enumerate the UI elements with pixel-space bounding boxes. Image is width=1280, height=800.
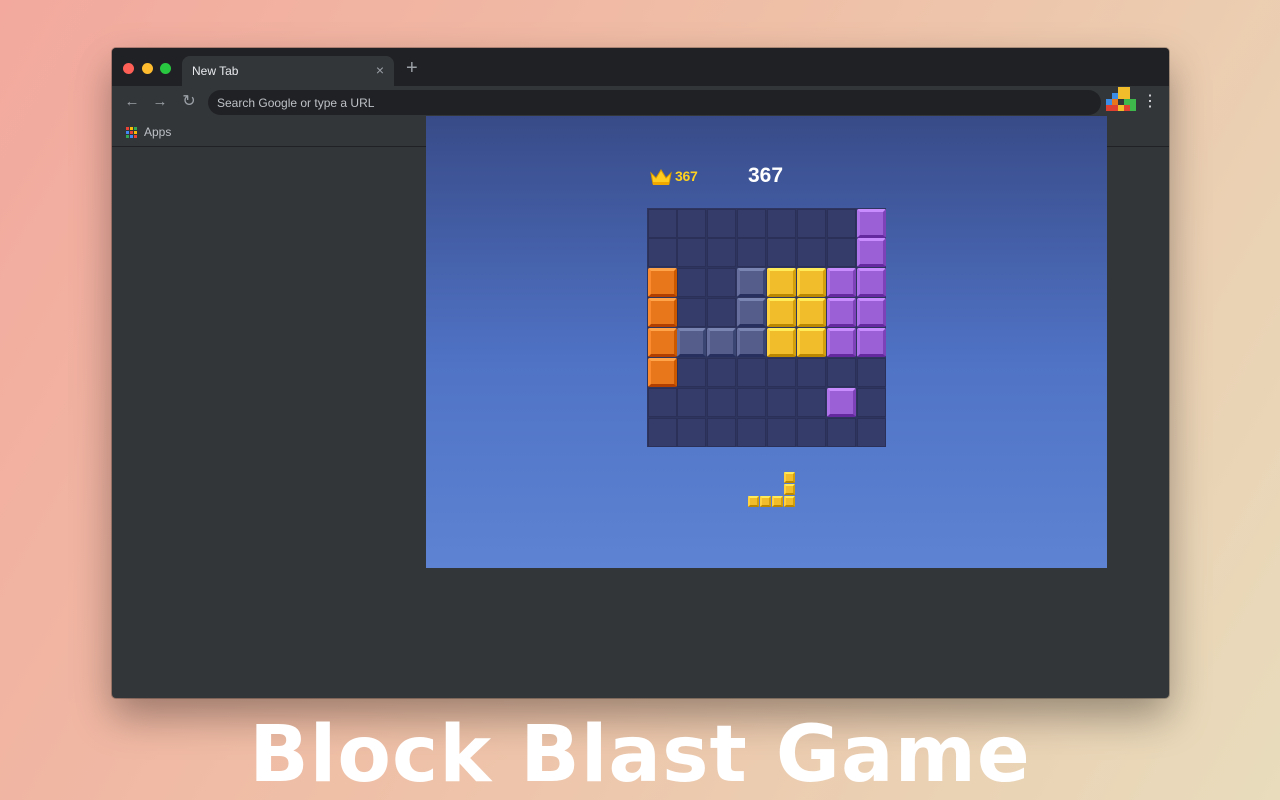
board-cell-empty[interactable] [826,357,856,387]
board-cell-empty[interactable] [647,238,677,268]
browser-menu-icon[interactable]: ⋮ [1142,92,1158,112]
board-cell-empty[interactable] [647,417,677,447]
board-cell-placement-preview[interactable] [737,328,767,357]
omnibox-input[interactable] [208,90,1101,115]
tab-title: New Tab [192,64,239,78]
close-window-button[interactable] [123,63,134,74]
board-cell-empty[interactable] [826,238,856,268]
board-cell-empty[interactable] [856,417,886,447]
board-cell-yellow-block[interactable] [767,328,796,357]
board-cell-empty[interactable] [796,208,826,238]
board-cell-empty[interactable] [647,387,677,417]
apps-grid-icon [126,126,137,138]
board-cell-empty[interactable] [677,208,707,238]
board-cell-empty[interactable] [767,387,796,417]
board-cell-empty[interactable] [677,268,707,298]
current-score: 367 [748,164,784,187]
board-cell-empty[interactable] [677,238,707,268]
board-cell-yellow-block[interactable] [796,268,826,298]
board-cell-empty[interactable] [796,417,826,447]
board-cell-placement-preview[interactable] [737,298,767,328]
board-cell-empty[interactable] [796,387,826,417]
board-cell-placement-preview[interactable] [707,328,737,357]
maximize-window-button[interactable] [160,63,171,74]
board-cell-empty[interactable] [707,298,737,328]
next-piece-block[interactable] [784,484,795,495]
board-cell-empty[interactable] [856,387,886,417]
board-cell-empty[interactable] [707,238,737,268]
next-piece[interactable] [748,472,795,508]
next-piece-block[interactable] [772,496,783,507]
board-cell-empty[interactable] [707,357,737,387]
board-cell-empty[interactable] [856,357,886,387]
board-cell-yellow-block[interactable] [767,298,796,328]
board-cell-empty[interactable] [737,417,767,447]
apps-bookmark[interactable]: Apps [126,124,171,140]
minimize-window-button[interactable] [142,63,153,74]
next-piece-block[interactable] [784,472,795,483]
board-cell-empty[interactable] [677,387,707,417]
board-cell-empty[interactable] [707,208,737,238]
board-cell-purple-block[interactable] [826,387,856,417]
board-cell-empty[interactable] [647,208,677,238]
new-tab-button[interactable]: + [406,58,418,78]
board-cell-orange-block[interactable] [647,357,677,387]
board-cell-empty[interactable] [737,208,767,238]
block-blast-extension-icon[interactable] [1106,86,1138,116]
board-cell-yellow-block[interactable] [796,298,826,328]
title-bar: New Tab × + [112,48,1169,86]
board-cell-orange-block[interactable] [647,328,677,357]
board-cell-purple-block[interactable] [856,268,886,298]
board-cell-placement-preview[interactable] [677,328,707,357]
board-cell-empty[interactable] [826,417,856,447]
board-cell-empty[interactable] [677,357,707,387]
board-cell-purple-block[interactable] [826,328,856,357]
board-cell-orange-block[interactable] [647,268,677,298]
board-cell-empty[interactable] [767,357,796,387]
board-cell-yellow-block[interactable] [767,268,796,298]
board-cell-empty[interactable] [767,208,796,238]
board-cell-empty[interactable] [796,238,826,268]
board-cell-purple-block[interactable] [826,268,856,298]
apps-label: Apps [144,125,172,139]
game-panel: 367 367 [426,116,1107,568]
board-cell-empty[interactable] [796,357,826,387]
best-score: 367 [675,168,698,184]
headline: Block Blast Game [249,710,1031,800]
next-piece-block[interactable] [748,496,759,507]
game-board[interactable] [647,208,886,447]
next-piece-block[interactable] [784,496,795,507]
tab-new-tab[interactable]: New Tab × [182,56,394,86]
close-tab-icon[interactable]: × [376,62,384,78]
board-cell-purple-block[interactable] [856,298,886,328]
board-cell-purple-block[interactable] [856,208,886,238]
crown-icon [650,169,672,185]
next-piece-block[interactable] [760,496,771,507]
board-cell-empty[interactable] [677,417,707,447]
board-cell-purple-block[interactable] [826,298,856,328]
board-cell-purple-block[interactable] [856,328,886,357]
board-cell-empty[interactable] [707,417,737,447]
reload-icon[interactable]: ↻ [179,92,199,112]
board-cell-empty[interactable] [826,208,856,238]
board-cell-empty[interactable] [707,387,737,417]
board-cell-placement-preview[interactable] [737,268,767,298]
forward-arrow-icon[interactable]: → [150,92,170,112]
board-cell-empty[interactable] [707,268,737,298]
board-cell-empty[interactable] [677,298,707,328]
back-arrow-icon[interactable]: ← [122,92,142,112]
board-cell-yellow-block[interactable] [796,328,826,357]
toolbar: ← → ↻ ⋮ [112,86,1169,118]
board-cell-empty[interactable] [737,387,767,417]
board-cell-purple-block[interactable] [856,238,886,268]
board-cell-orange-block[interactable] [647,298,677,328]
board-cell-empty[interactable] [767,238,796,268]
board-cell-empty[interactable] [767,417,796,447]
board-cell-empty[interactable] [737,238,767,268]
board-cell-empty[interactable] [737,357,767,387]
